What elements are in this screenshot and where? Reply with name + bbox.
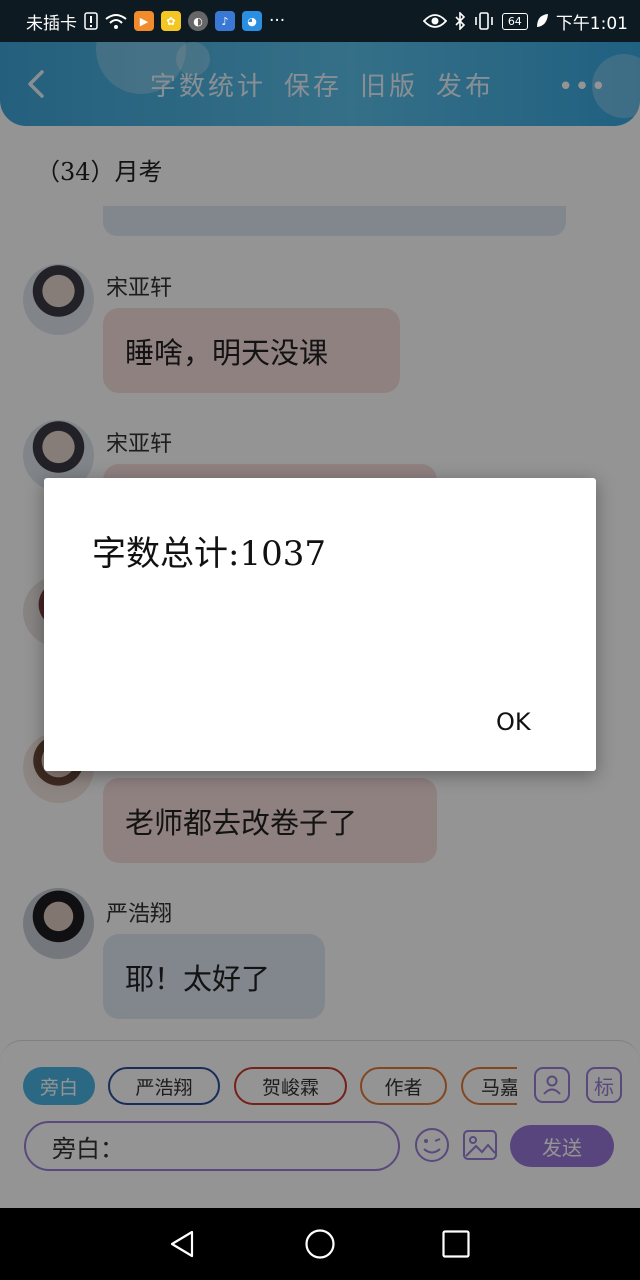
square-recents-icon xyxy=(442,1230,470,1258)
more-notifications: ··· xyxy=(269,11,286,31)
browser-app-icon: ◐ xyxy=(188,11,208,31)
sim-alert-icon xyxy=(84,12,98,30)
ok-button[interactable]: OK xyxy=(496,708,531,736)
bluetooth-icon xyxy=(454,12,466,30)
triangle-back-icon xyxy=(170,1230,194,1258)
circle-home-icon xyxy=(305,1229,335,1259)
nav-home-button[interactable] xyxy=(304,1228,336,1260)
dialog-message: 字数总计:1037 xyxy=(92,534,326,574)
status-right: 64 下午1:01 xyxy=(422,9,628,34)
status-bar: 未插卡 ▶ ✿ ◐ ♪ ◕ ··· 64 下午1:01 xyxy=(0,0,640,42)
nav-back-button[interactable] xyxy=(166,1228,198,1260)
eye-icon xyxy=(422,13,447,29)
word-count-dialog: 字数总计:1037 OK xyxy=(44,478,596,771)
chat-app-icon: ◕ xyxy=(242,11,262,31)
battery-indicator: 64 xyxy=(501,12,528,30)
nav-recents-button[interactable] xyxy=(440,1228,472,1260)
system-nav-bar xyxy=(0,1208,640,1280)
vibrate-icon xyxy=(473,12,495,30)
video-app-icon: ▶ xyxy=(134,11,154,31)
clock: 下午1:01 xyxy=(555,13,628,34)
sunflower-app-icon: ✿ xyxy=(161,11,181,31)
wifi-icon xyxy=(105,13,127,29)
status-left: 未插卡 ▶ ✿ ◐ ♪ ◕ ··· xyxy=(26,9,285,34)
carrier-label: 未插卡 xyxy=(26,13,77,34)
leaf-icon xyxy=(535,13,549,29)
music-app-icon: ♪ xyxy=(215,11,235,31)
